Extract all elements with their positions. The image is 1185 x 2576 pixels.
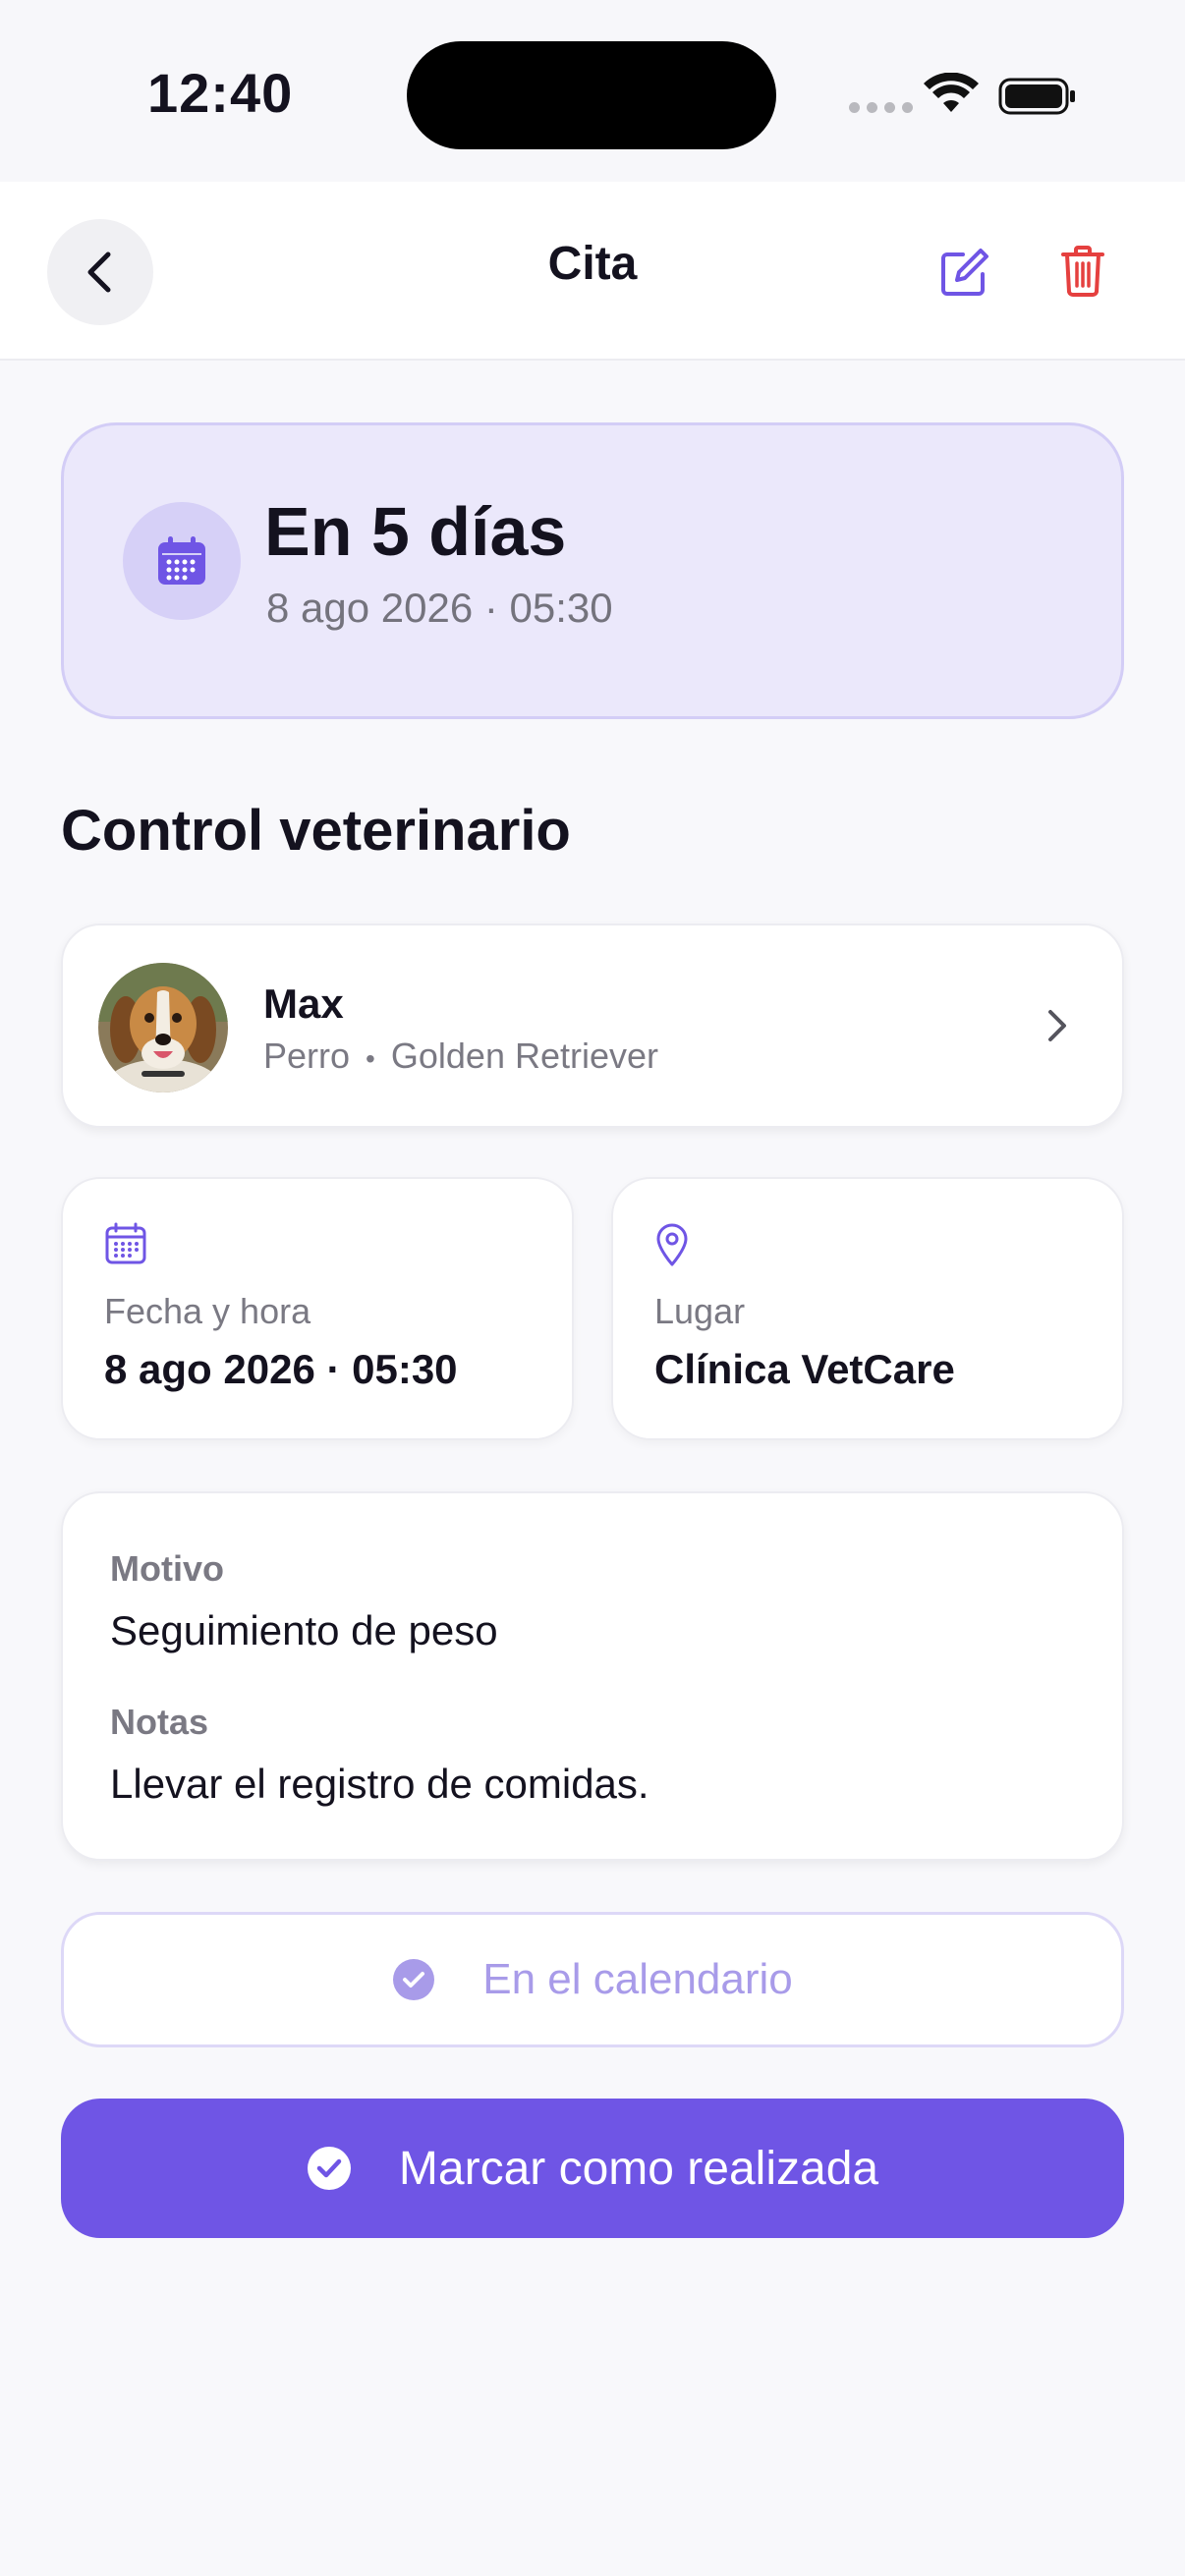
navigation-bar: Cita [0,182,1185,361]
mark-done-label: Marcar como realizada [398,2142,879,2195]
datetime-value: 8 ago 2026 · 05:30 [104,1346,458,1392]
location-value: Clínica VetCare [654,1346,955,1392]
check-circle-icon [307,2147,351,2190]
calendar-icon [105,1222,146,1264]
notes-value: Llevar el registro de comidas. [110,1761,649,1807]
countdown-card: En 5 días 8 ago 2026 · 05:30 [61,422,1124,719]
calendar-icon [158,536,205,585]
pet-avatar [98,963,228,1092]
status-time: 12:40 [147,62,294,124]
pet-species: Perro [263,1036,351,1076]
wifi-icon [924,73,979,112]
notes-label: Notas [110,1702,209,1742]
appointment-type-title: Control veterinario [61,799,571,863]
edit-icon [941,249,988,296]
status-bar: 12:40 [0,0,1185,182]
dog-photo [98,963,228,1092]
location-card: Lugar Clínica VetCare [611,1177,1124,1440]
pet-description: Perro • Golden Retriever [263,1036,658,1077]
datetime-card: Fecha y hora 8 ago 2026 · 05:30 [61,1177,574,1440]
reason-label: Motivo [110,1548,224,1589]
location-pin-icon [656,1223,688,1266]
location-label: Lugar [654,1291,746,1331]
pet-separator: • [366,1043,375,1074]
datetime-label: Fecha y hora [104,1291,311,1331]
pet-breed: Golden Retriever [390,1036,659,1076]
battery-icon [998,78,1075,115]
reason-value: Seguimiento de peso [110,1607,498,1653]
cellular-signal-icon [849,102,913,113]
add-to-calendar-button[interactable]: En el calendario [61,1912,1124,2047]
trash-icon [1061,246,1104,297]
chevron-right-icon [1048,1010,1066,1041]
details-card: Motivo Seguimiento de peso Notas Llevar … [61,1491,1124,1861]
add-to-calendar-label: En el calendario [482,1955,793,2003]
page-title: Cita [547,238,638,290]
pet-card[interactable]: Max Perro • Golden Retriever [61,924,1124,1128]
mark-done-button[interactable]: Marcar como realizada [61,2099,1124,2238]
appointment-detail-screen: 12:40 Cita En 5 días 8 ago 2026 · 05:30 … [0,0,1185,2576]
calendar-badge [123,502,241,620]
dynamic-island [407,41,776,149]
delete-button[interactable] [1051,239,1114,304]
countdown-title: En 5 días [264,493,567,570]
edit-button[interactable] [933,241,996,304]
countdown-datetime: 8 ago 2026 · 05:30 [266,585,613,631]
pet-name: Max [263,980,344,1027]
check-circle-icon [393,1959,435,2000]
